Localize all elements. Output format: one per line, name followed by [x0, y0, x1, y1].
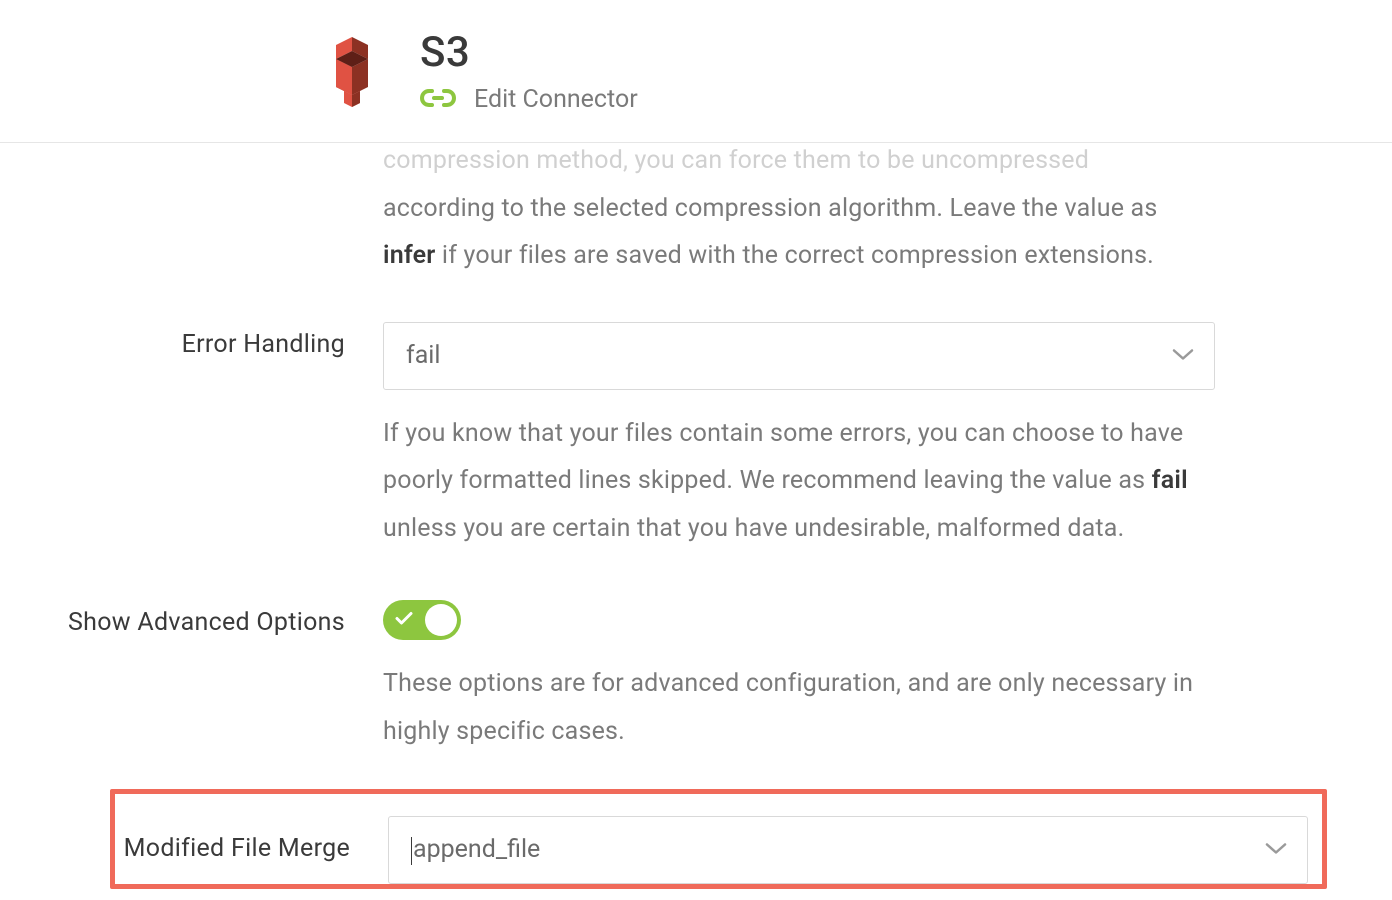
- toggle-knob: [425, 604, 457, 636]
- modified-file-merge-select[interactable]: append_file: [388, 816, 1308, 884]
- modified-file-merge-highlight: Modified File Merge append_file: [110, 789, 1327, 889]
- chevron-down-icon: [1172, 346, 1194, 365]
- check-icon: [395, 611, 413, 630]
- link-icon: [420, 87, 456, 113]
- page-subtitle: Edit Connector: [474, 85, 638, 114]
- page-header: S3 Edit Connector: [0, 0, 1392, 143]
- error-handling-label: Error Handling: [0, 328, 345, 362]
- error-handling-select[interactable]: fail: [383, 322, 1215, 390]
- error-handling-help: If you know that your files contain some…: [383, 410, 1215, 553]
- chevron-down-icon: [1265, 841, 1287, 860]
- s3-service-icon: [310, 29, 394, 113]
- form-content: compression method, you can force them t…: [0, 141, 1392, 889]
- page-title: S3: [420, 28, 638, 77]
- advanced-options-toggle[interactable]: [383, 600, 461, 640]
- advanced-options-label: Show Advanced Options: [0, 606, 345, 640]
- compression-help-text: compression method, you can force them t…: [383, 137, 1215, 280]
- modified-file-merge-label: Modified File Merge: [115, 832, 350, 866]
- advanced-options-help: These options are for advanced configura…: [383, 660, 1215, 755]
